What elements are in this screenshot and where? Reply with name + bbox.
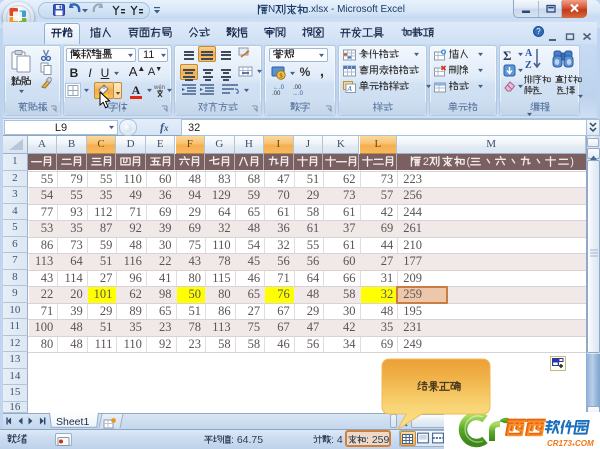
svg-text:Z: Z xyxy=(525,60,532,71)
svg-text:wén: wén xyxy=(153,85,165,91)
svg-text:→.0: →.0 xyxy=(292,91,304,97)
svg-text:?: ? xyxy=(536,27,541,36)
svg-text:A: A xyxy=(347,85,353,93)
svg-text:.00: .00 xyxy=(272,91,281,97)
svg-text:A: A xyxy=(525,48,533,59)
